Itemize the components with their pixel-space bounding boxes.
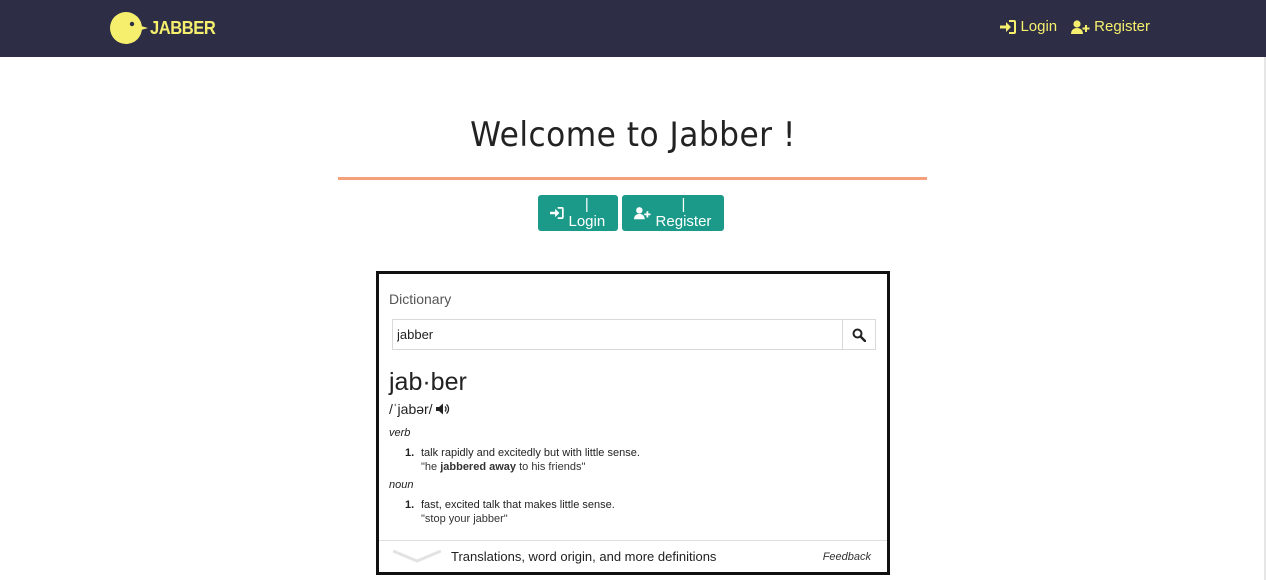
nav-register-link[interactable]: Register [1071, 18, 1150, 35]
user-plus-icon [1071, 19, 1090, 34]
part-of-speech-noun: noun [389, 479, 414, 491]
nav-login-link[interactable]: Login [1000, 18, 1057, 35]
example-suffix: to his friends" [516, 461, 586, 473]
definition-number: 1. [405, 447, 415, 459]
nav-login-label: Login [1020, 18, 1058, 35]
feedback-link[interactable]: Feedback [823, 551, 871, 563]
title-divider [338, 177, 927, 180]
page-title: Welcome to Jabber ! [470, 115, 796, 155]
phonetic-text: /ˈjabər/ [389, 401, 433, 417]
chick-logo-icon [110, 12, 148, 44]
definition-example: "he jabbered away to his friends" [421, 461, 585, 473]
example-bold: jabbered away [440, 461, 517, 473]
chevron-down-icon[interactable] [393, 549, 441, 563]
definition-number: 1. [405, 499, 415, 511]
login-button-label: | Login [568, 196, 606, 230]
dictionary-heading: Dictionary [389, 291, 452, 307]
example-prefix: "he [421, 461, 441, 473]
user-plus-icon [634, 207, 651, 220]
brand-name: JABBER [150, 17, 216, 38]
register-button[interactable]: | Register [622, 195, 724, 231]
definition-example: "stop your jabber" [421, 513, 508, 525]
definition-text: talk rapidly and excitedly but with litt… [421, 447, 640, 459]
search-icon [852, 328, 866, 342]
dictionary-search-button[interactable] [842, 320, 875, 349]
part-of-speech-verb: verb [389, 427, 411, 439]
dictionary-search [392, 319, 876, 350]
sign-in-icon [550, 207, 564, 219]
brand-link[interactable]: JABBER [108, 11, 221, 45]
speaker-icon[interactable] [435, 403, 450, 415]
sign-in-icon [1000, 19, 1017, 34]
login-button[interactable]: | Login [538, 195, 618, 231]
dictionary-search-input[interactable] [393, 320, 842, 349]
register-button-label: | Register [655, 196, 712, 230]
navbar: JABBER Login Register [0, 0, 1266, 57]
more-definitions-link[interactable]: Translations, word origin, and more defi… [451, 549, 716, 564]
definition-text: fast, excited talk that makes little sen… [421, 499, 615, 511]
auth-buttons: | Login | Register [538, 195, 724, 231]
dictionary-footer: Translations, word origin, and more defi… [379, 540, 887, 572]
nav-register-label: Register [1094, 18, 1150, 35]
dictionary-phonetic: /ˈjabər/ [389, 401, 450, 417]
nav-links: Login Register [1000, 18, 1150, 35]
dictionary-word: jab·ber [389, 368, 467, 396]
dictionary-image: Dictionary jab·ber /ˈjabər/ verb 1. talk… [376, 271, 890, 575]
